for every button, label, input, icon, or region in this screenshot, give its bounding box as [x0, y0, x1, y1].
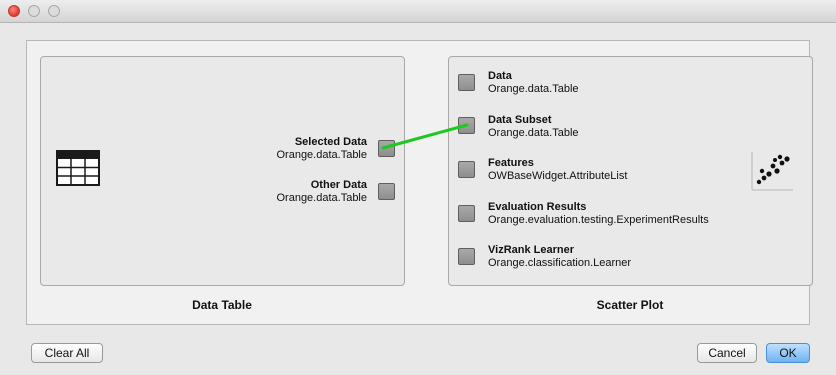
ok-button[interactable]: OK [766, 343, 810, 363]
clear-all-button[interactable]: Clear All [31, 343, 103, 363]
signal-link-line[interactable] [381, 123, 469, 150]
signal-link-overlay [381, 123, 469, 150]
cancel-button[interactable]: Cancel [697, 343, 757, 363]
